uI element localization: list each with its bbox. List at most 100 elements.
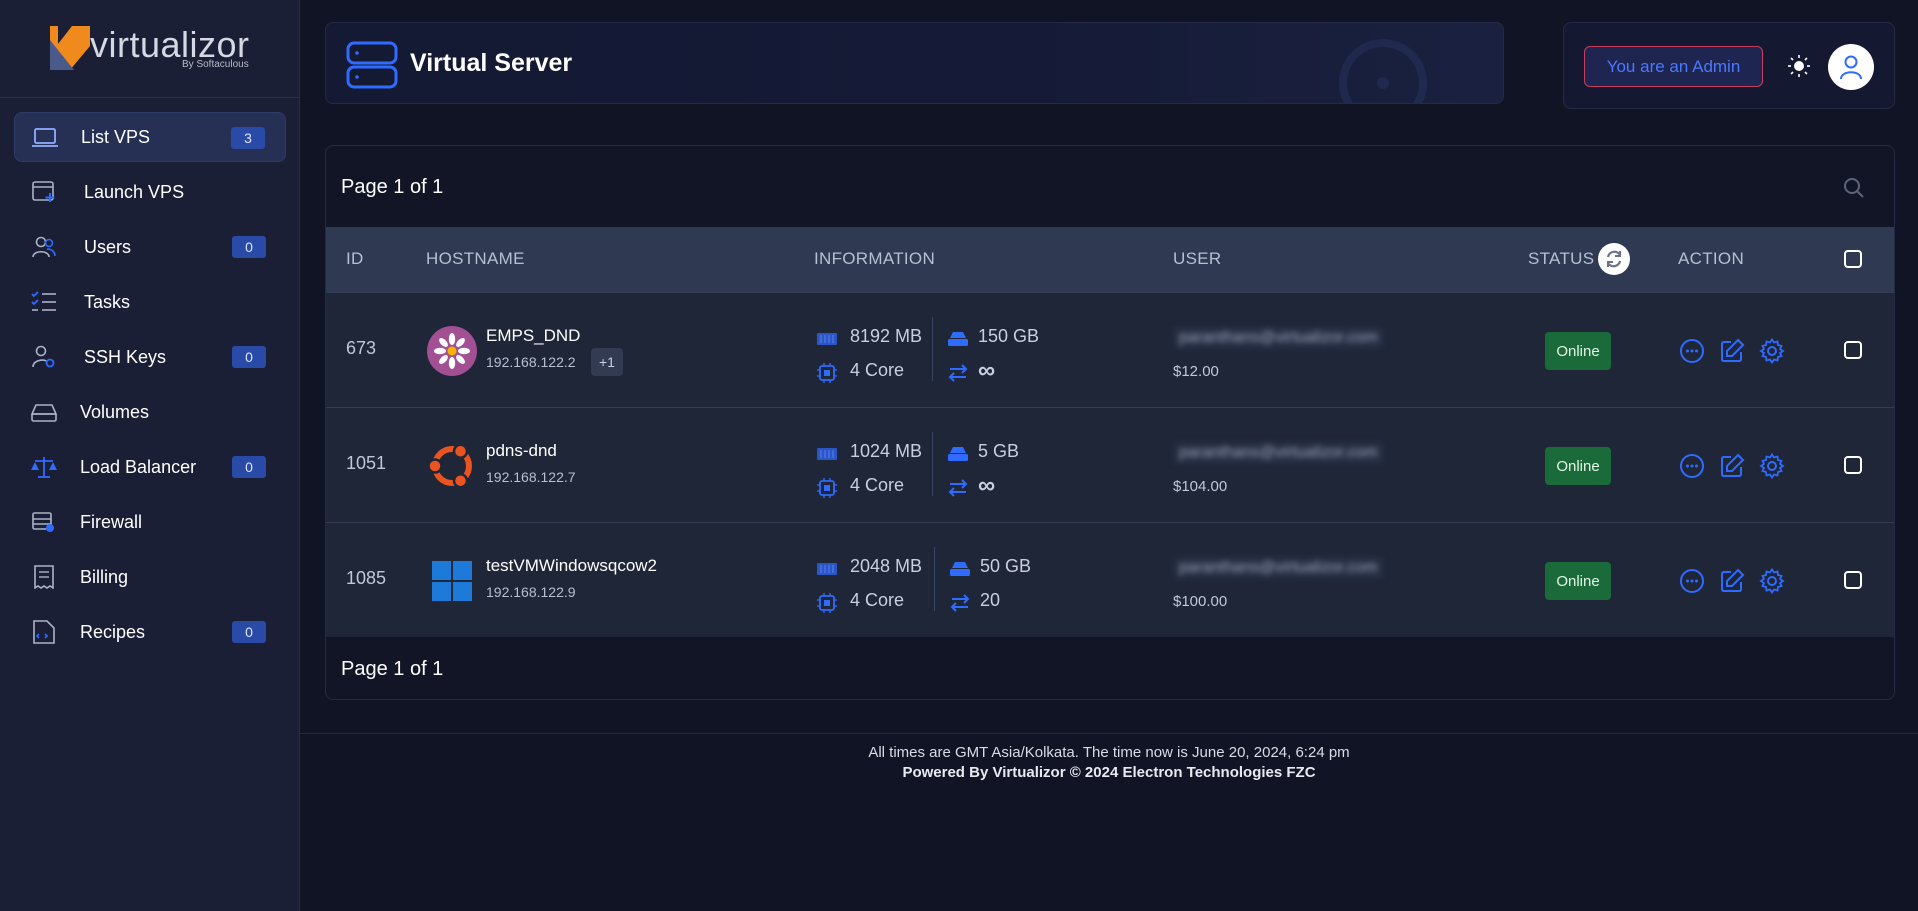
- window-plus-icon: [32, 181, 55, 202]
- sidebar-item-tasks[interactable]: Tasks: [14, 277, 286, 327]
- table-row[interactable]: 1085 testVMWindowsqcow2 192.168.122.9 20…: [326, 522, 1894, 637]
- sidebar-item-launch-vps[interactable]: Launch VPS: [14, 167, 286, 217]
- vps-ip: 192.168.122.7: [486, 469, 576, 485]
- row-select-checkbox[interactable]: [1844, 456, 1862, 474]
- select-all-checkbox[interactable]: [1844, 250, 1862, 268]
- vps-ram: 8192 MB: [850, 326, 923, 346]
- settings-gear-icon[interactable]: [1759, 338, 1785, 364]
- sidebar-item-ssh-keys[interactable]: SSH Keys 0: [14, 332, 286, 382]
- sidebar-item-recipes[interactable]: Recipes 0: [14, 607, 286, 657]
- sun-icon[interactable]: [1788, 55, 1810, 77]
- disk-icon: [948, 447, 968, 461]
- brand-logo[interactable]: virtualizor By Softaculous: [0, 0, 299, 98]
- disk-icon: [950, 562, 970, 576]
- user-key-icon: [32, 345, 55, 368]
- info-divider: [934, 547, 935, 611]
- table-row[interactable]: 1051 pdns-dnd 192.168.122.7 1024 MB 4 Co…: [326, 407, 1894, 522]
- more-options-icon[interactable]: [1679, 453, 1705, 479]
- sidebar-item-label: Tasks: [84, 291, 131, 312]
- row-select-checkbox[interactable]: [1844, 571, 1862, 589]
- column-header-id: ID: [346, 249, 364, 268]
- sidebar-item-label: Users: [84, 236, 132, 257]
- vps-hostname[interactable]: EMPS_DND: [486, 326, 580, 346]
- bandwidth-icon: [948, 364, 968, 382]
- cpu-icon: [817, 478, 837, 498]
- info-divider: [932, 317, 933, 381]
- code-file-icon: [33, 620, 55, 644]
- user-avatar[interactable]: [1828, 44, 1874, 90]
- status-badge: Online: [1545, 447, 1611, 485]
- search-icon[interactable]: [1842, 176, 1866, 200]
- info-divider: [932, 432, 933, 496]
- vps-id: 673: [346, 338, 377, 358]
- footer-copyright: Powered By Virtualizor © 2024 Electron T…: [902, 764, 1316, 781]
- edit-icon[interactable]: [1719, 568, 1745, 594]
- vps-ip: 192.168.122.9: [486, 584, 576, 600]
- column-header-action: ACTION: [1678, 249, 1745, 268]
- vps-bandwidth: ∞: [978, 472, 996, 499]
- sidebar-item-label: Firewall: [80, 511, 143, 532]
- sidebar-item-label: Volumes: [80, 401, 150, 422]
- column-header-user: USER: [1173, 249, 1222, 268]
- table-row[interactable]: 673 EMPS_DND 192.168.122.2 +1 8192 MB 4 …: [326, 292, 1894, 407]
- vps-hostname[interactable]: pdns-dnd: [486, 441, 557, 461]
- count-badge: 0: [232, 456, 266, 478]
- sidebar-item-list-vps[interactable]: List VPS 3: [14, 112, 286, 162]
- scale-icon: [31, 457, 57, 478]
- sidebar: virtualizor By Softaculous List VPS 3 La…: [0, 0, 300, 911]
- vps-ip: 192.168.122.2: [486, 354, 576, 370]
- sidebar-item-load-balancer[interactable]: Load Balancer 0: [14, 442, 286, 492]
- column-header-information: INFORMATION: [814, 249, 936, 268]
- pagination-label: Page 1 of 1: [341, 176, 444, 198]
- sidebar-item-volumes[interactable]: Volumes: [14, 387, 286, 437]
- vps-user-email: paranthans@virtualizor.com: [1173, 327, 1384, 349]
- extra-ip-badge[interactable]: +1: [591, 348, 623, 376]
- server-icon: [346, 41, 398, 89]
- admin-panel: You are an Admin: [1563, 22, 1895, 109]
- column-header-hostname: HOSTNAME: [426, 249, 525, 268]
- laptop-icon: [32, 128, 58, 147]
- decoration-graphic: [1339, 39, 1427, 103]
- vps-id: 1085: [346, 568, 387, 588]
- vps-ram: 1024 MB: [850, 441, 923, 461]
- sidebar-item-label: Launch VPS: [84, 181, 185, 202]
- sidebar-item-billing[interactable]: Billing: [14, 552, 286, 602]
- vps-list-card: Page 1 of 1 ID HOSTNAME INFORMATION USER…: [325, 145, 1895, 700]
- count-badge: 3: [231, 127, 265, 149]
- status-badge: Online: [1545, 562, 1611, 600]
- pagination-label: Page 1 of 1: [341, 658, 444, 680]
- vps-ram: 2048 MB: [850, 556, 923, 576]
- sidebar-item-users[interactable]: Users 0: [14, 222, 286, 272]
- sidebar-item-label: List VPS: [81, 126, 151, 147]
- admin-role-button[interactable]: You are an Admin: [1584, 46, 1763, 87]
- more-options-icon[interactable]: [1679, 338, 1705, 364]
- edit-icon[interactable]: [1719, 453, 1745, 479]
- page-title: Virtual Server: [410, 49, 573, 77]
- virtualizor-logo-icon: [50, 26, 90, 70]
- refresh-icon: [1606, 250, 1622, 268]
- user-icon: [1840, 55, 1862, 80]
- vps-bandwidth: ∞: [978, 357, 996, 384]
- windows-os-icon: [432, 561, 472, 601]
- edit-icon[interactable]: [1719, 338, 1745, 364]
- count-badge: 0: [232, 621, 266, 643]
- count-badge: 0: [232, 236, 266, 258]
- row-select-checkbox[interactable]: [1844, 341, 1862, 359]
- sidebar-item-firewall[interactable]: Firewall: [14, 497, 286, 547]
- sidebar-item-label: SSH Keys: [84, 346, 167, 367]
- drive-icon: [30, 404, 58, 422]
- ram-icon: [817, 563, 837, 575]
- more-options-icon[interactable]: [1679, 568, 1705, 594]
- refresh-status-button[interactable]: [1598, 243, 1630, 275]
- sidebar-item-label: Recipes: [80, 621, 146, 642]
- settings-gear-icon[interactable]: [1759, 453, 1785, 479]
- settings-gear-icon[interactable]: [1759, 568, 1785, 594]
- footer-divider: [300, 733, 1918, 734]
- vps-cpu: 4 Core: [850, 475, 905, 495]
- vps-hostname[interactable]: testVMWindowsqcow2: [486, 556, 657, 576]
- brand-subtitle: By Softaculous: [182, 59, 249, 70]
- vps-disk: 5 GB: [978, 441, 1020, 461]
- firewall-icon: [32, 512, 54, 532]
- bandwidth-icon: [950, 594, 970, 612]
- vps-user-email: paranthans@virtualizor.com: [1173, 557, 1384, 579]
